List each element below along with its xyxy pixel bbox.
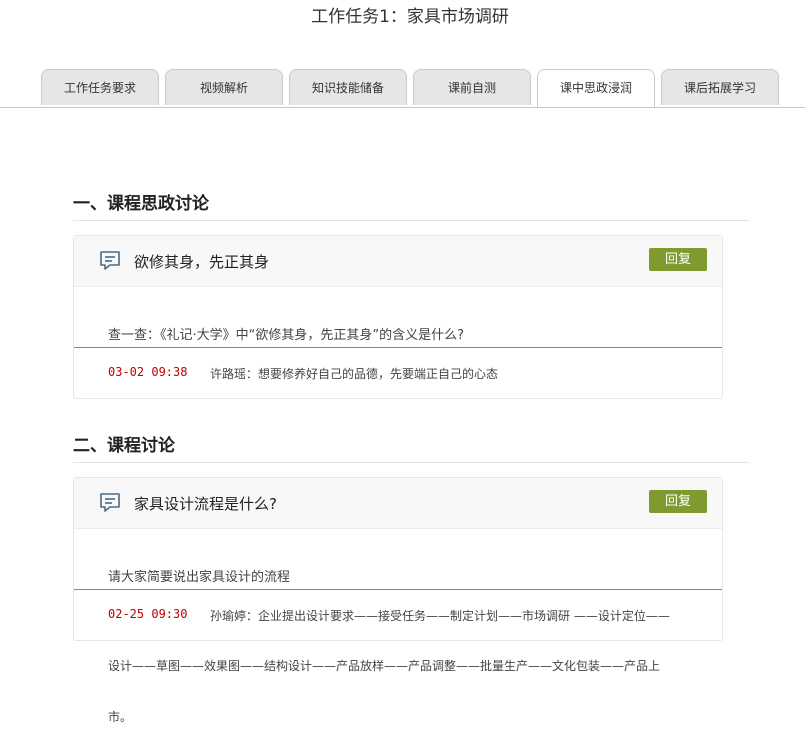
reply-text: 孙瑜婷：企业提出设计要求——接受任务——制定计划——市场调研 ——设计定位—— [210,609,670,623]
card-header: 欲修其身，先正其身 回复 [74,236,722,287]
discussion-card-course: 家具设计流程是什么? 回复 请大家简要说出家具设计的流程 02-25 09:30… [73,477,723,641]
reply-text: 许路瑶：想要修养好自己的品德，先要端正自己的心态 [210,367,499,381]
reply-button[interactable]: 回复 [649,248,707,271]
chat-bubble-icon [98,249,122,273]
tab-bar: 工作任务要求 视频解析 知识技能储备 课前自测 课中思政浸润 课后拓展学习 [0,69,805,108]
discussion-question: 查一查：《礼记·大学》中“欲修其身，先正其身”的含义是什么? [108,328,465,343]
card-title: 欲修其身，先正其身 [134,253,270,271]
tab-knowledge-skills[interactable]: 知识技能储备 [289,69,407,105]
tab-in-class-ideology[interactable]: 课中思政浸润 [537,69,655,107]
reply-row: 02-25 09:30 孙瑜婷：企业提出设计要求——接受任务——制定计划——市场… [74,590,722,638]
reply-row: 03-02 09:38 许路瑶：想要修养好自己的品德，先要端正自己的心态 [74,348,722,396]
tab-task-requirements[interactable]: 工作任务要求 [41,69,159,105]
reply-button[interactable]: 回复 [649,490,707,513]
tab-pre-class-test[interactable]: 课前自测 [413,69,531,105]
tab-after-class-learning[interactable]: 课后拓展学习 [661,69,779,105]
reply-text-continued: 市。 [108,710,133,724]
reply-timestamp: 02-25 09:30 [108,607,188,621]
reply-timestamp: 03-02 09:38 [108,365,188,379]
discussion-question: 请大家简要说出家具设计的流程 [108,570,291,585]
section-heading-course-discussion: 二、课程讨论 [73,431,749,463]
chat-bubble-icon [98,491,122,515]
discussion-card-ideology: 欲修其身，先正其身 回复 查一查：《礼记·大学》中“欲修其身，先正其身”的含义是… [73,235,723,399]
card-header: 家具设计流程是什么? 回复 [74,478,722,529]
section-heading-ideology-discussion: 一、课程思政讨论 [73,189,749,221]
page-title: 工作任务1：家具市场调研 [311,7,509,27]
reply-text-continued: 设计——草图——效果图——结构设计——产品放样——产品调整——批量生产——文化包… [108,659,661,673]
tab-video-analysis[interactable]: 视频解析 [165,69,283,105]
card-title: 家具设计流程是什么? [134,495,277,513]
